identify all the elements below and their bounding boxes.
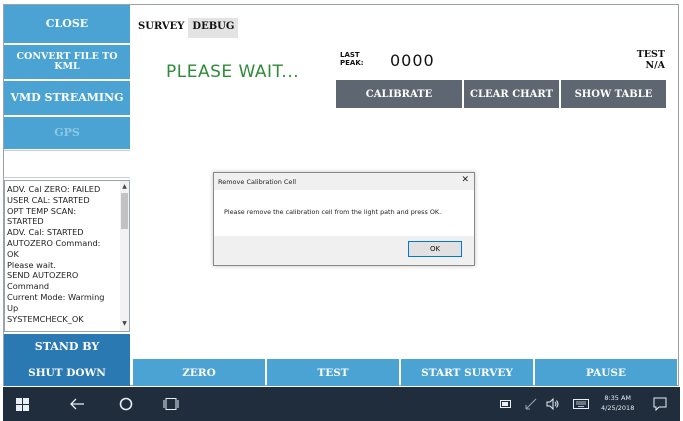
clock-date: 4/25/2018 (601, 404, 635, 412)
log-line: Command (7, 281, 50, 292)
log-line: OK (7, 248, 19, 259)
vmd-streaming-button[interactable]: VMD STREAMING (4, 81, 130, 115)
scroll-thumb[interactable] (121, 193, 128, 229)
wifi-icon[interactable] (525, 398, 537, 410)
log-scrollbar[interactable]: ▲ ▼ (120, 181, 129, 331)
log-line: Please wait. (7, 259, 56, 270)
battery-icon[interactable] (500, 400, 512, 408)
scroll-down-icon[interactable]: ▼ (120, 319, 129, 330)
windows-taskbar: 8:35 AM 4/25/2018 (3, 387, 680, 421)
log-line: ADV. Cal ZERO: FAILED (7, 184, 101, 194)
zero-button[interactable]: ZERO (133, 359, 265, 386)
start-survey-button[interactable]: START SURVEY (401, 359, 533, 386)
status-log[interactable]: ADV. Cal ZERO: FAILED USER CAL: STARTED … (4, 180, 130, 332)
clear-chart-button[interactable]: CLEAR CHART (464, 80, 559, 108)
log-line: AUTOZERO Command: (7, 237, 101, 248)
dialog-title: Remove Calibration Cell (218, 178, 297, 186)
convert-kml-button[interactable]: CONVERT FILE TO KML (4, 45, 130, 79)
test-label: TEST (636, 49, 665, 60)
close-button[interactable]: CLOSE (4, 5, 130, 43)
volume-icon[interactable] (546, 398, 560, 410)
dialog-message: Please remove the calibration cell from … (224, 208, 442, 216)
log-line: Up (7, 302, 19, 313)
tab-bar: SURVEY DEBUG (134, 18, 239, 38)
show-table-button[interactable]: SHOW TABLE (561, 80, 666, 108)
log-line: OPT TEMP SCAN: (7, 205, 77, 216)
windows-start-icon[interactable] (16, 398, 29, 411)
log-line: ADV. Cal: STARTED (7, 227, 84, 238)
search-circle-icon[interactable] (119, 397, 133, 411)
test-value: N/A (645, 60, 665, 71)
log-line: Current Mode: Warming (7, 291, 105, 302)
calibration-dialog: Remove Calibration Cell ✕ Please remove … (213, 172, 475, 266)
last-peak-label: LAST PEAK: (340, 51, 364, 67)
taskbar-clock[interactable]: 8:35 AM 4/25/2018 (601, 393, 634, 413)
keyboard-icon[interactable] (573, 399, 589, 409)
sidebar: CLOSE CONVERT FILE TO KML VMD STREAMING … (4, 5, 130, 385)
last-peak-value: 0000 (390, 51, 435, 70)
pause-button[interactable]: PAUSE (535, 359, 677, 386)
log-line: SYSTEMCHECK_OK (7, 313, 84, 324)
log-line: STARTED (7, 216, 44, 227)
dialog-body: Please remove the calibration cell from … (214, 190, 474, 236)
clock-time: 8:35 AM (604, 394, 632, 402)
dialog-ok-button[interactable]: OK (408, 241, 462, 257)
gps-button[interactable]: GPS (4, 117, 130, 149)
scroll-up-icon[interactable]: ▲ (120, 182, 129, 193)
task-view-icon[interactable] (163, 397, 179, 411)
last-peak-label-line1: LAST (340, 51, 360, 59)
test-readout: TEST N/A (637, 49, 665, 71)
calibrate-button[interactable]: CALIBRATE (336, 80, 462, 108)
status-message: PLEASE WAIT... (166, 62, 300, 82)
action-center-icon[interactable] (653, 397, 667, 411)
shut-down-button[interactable]: SHUT DOWN (4, 359, 130, 386)
last-peak-label-line2: PEAK: (340, 59, 364, 67)
sidebar-blank-field (4, 150, 130, 178)
log-line: SEND AUTOZERO (7, 270, 79, 281)
stand-by-button[interactable]: STAND BY (4, 334, 130, 360)
close-icon[interactable]: ✕ (461, 175, 469, 185)
back-arrow-icon[interactable] (69, 397, 85, 411)
test-button[interactable]: TEST (267, 359, 399, 386)
tab-survey[interactable]: SURVEY (134, 18, 189, 38)
tab-debug[interactable]: DEBUG (188, 18, 239, 38)
log-line: USER CAL: STARTED (7, 194, 90, 205)
